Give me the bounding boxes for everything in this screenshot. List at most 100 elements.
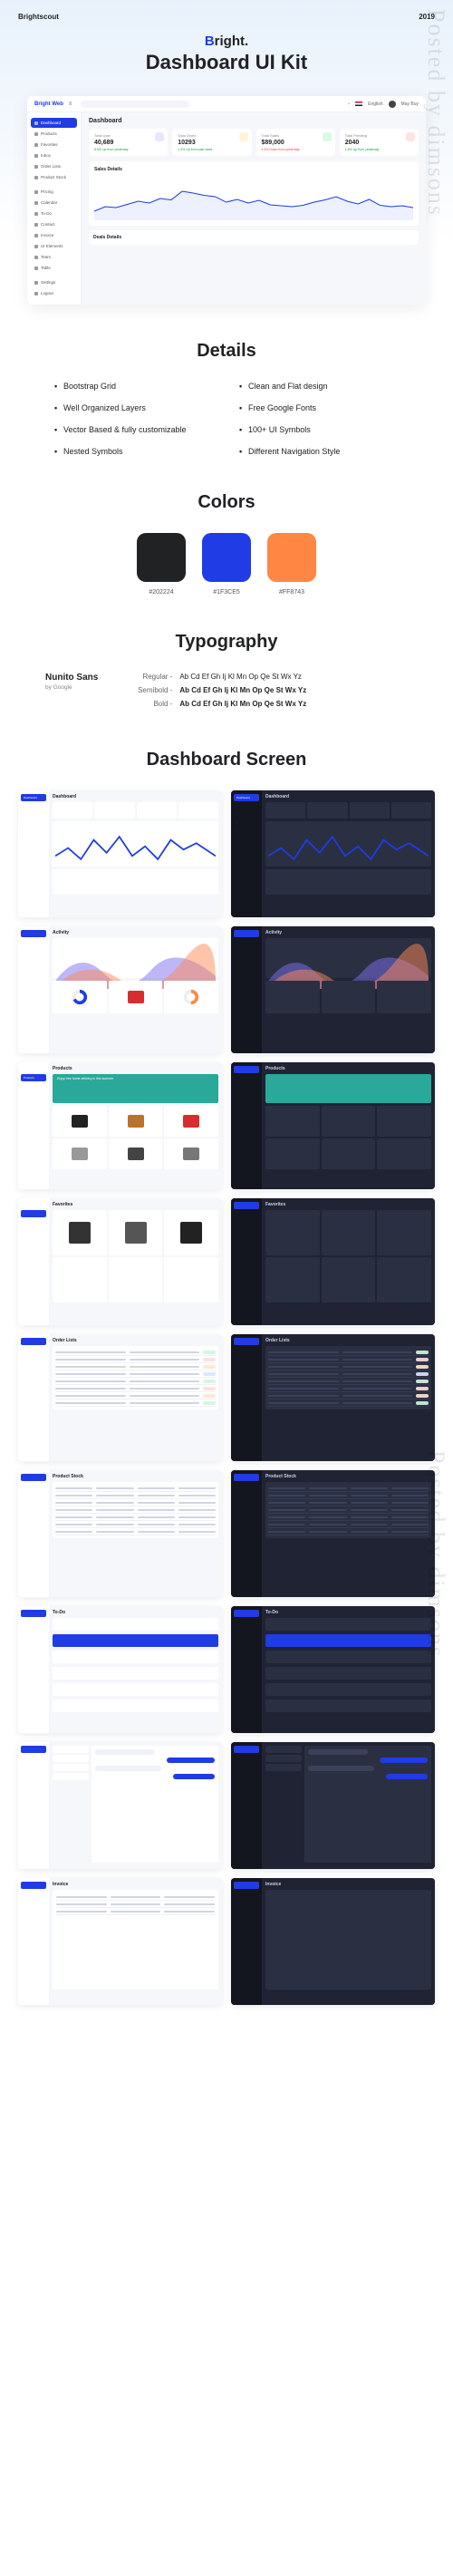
product-card[interactable] xyxy=(322,1106,376,1137)
sc-side-item[interactable]: · xyxy=(21,1610,46,1617)
product-card[interactable] xyxy=(377,1138,431,1169)
table-row[interactable] xyxy=(268,1492,429,1499)
sidebar-item-orders[interactable]: Order Lists xyxy=(31,161,77,171)
sc-side-item[interactable]: · xyxy=(21,1746,46,1753)
table-row[interactable] xyxy=(55,1506,216,1514)
fav-card[interactable] xyxy=(322,1257,376,1303)
inbox-item[interactable] xyxy=(265,1755,302,1762)
table-row[interactable] xyxy=(268,1506,429,1514)
sc-side-item[interactable]: · xyxy=(21,1338,46,1345)
table-row[interactable] xyxy=(55,1363,216,1370)
inbox-item[interactable] xyxy=(53,1773,89,1780)
todo-item[interactable] xyxy=(265,1667,431,1680)
inbox-item[interactable] xyxy=(53,1764,89,1771)
fav-card[interactable] xyxy=(164,1257,218,1303)
table-row[interactable] xyxy=(55,1392,216,1399)
product-card[interactable] xyxy=(53,1138,107,1169)
fav-card[interactable] xyxy=(322,1210,376,1255)
sc-side-item[interactable]: · xyxy=(21,810,46,818)
sc-side-item[interactable]: · xyxy=(21,1066,46,1073)
todo-item[interactable] xyxy=(265,1700,431,1712)
sidebar-item-ui[interactable]: UI Elements xyxy=(31,241,77,251)
bell-icon[interactable]: ◔ xyxy=(347,102,350,107)
product-card[interactable] xyxy=(164,1138,218,1169)
sidebar-item-invoice[interactable]: Invoice xyxy=(31,230,77,240)
table-row[interactable] xyxy=(55,1514,216,1521)
table-row[interactable] xyxy=(55,1385,216,1392)
sc-side-item[interactable]: Products xyxy=(21,1074,46,1081)
sc-side-item[interactable]: · xyxy=(21,827,46,834)
product-card[interactable] xyxy=(377,1106,431,1137)
todo-item-active[interactable] xyxy=(265,1634,431,1647)
sc-side-item[interactable]: · xyxy=(234,818,259,826)
sc-side-item[interactable]: · xyxy=(21,818,46,826)
table-row[interactable] xyxy=(55,1370,216,1378)
fav-card[interactable] xyxy=(265,1257,320,1303)
todo-item-active[interactable] xyxy=(53,1634,218,1647)
todo-item[interactable] xyxy=(53,1700,218,1712)
sidebar-item-products[interactable]: Products xyxy=(31,129,77,139)
table-row[interactable] xyxy=(55,1399,216,1407)
sc-side-item[interactable]: Dashboard xyxy=(234,794,259,801)
table-row[interactable] xyxy=(55,1528,216,1535)
sc-side-item[interactable]: · xyxy=(234,1338,259,1345)
sidebar-item-inbox[interactable]: Inbox xyxy=(31,150,77,160)
product-card[interactable] xyxy=(265,1138,320,1169)
sc-side-item[interactable]: · xyxy=(21,1202,46,1209)
sc-side-item[interactable]: · xyxy=(234,802,259,809)
sc-side-item[interactable]: · xyxy=(21,1882,46,1889)
todo-item[interactable] xyxy=(53,1667,218,1680)
table-row[interactable] xyxy=(268,1499,429,1506)
sidebar-item-todo[interactable]: To-Do xyxy=(31,208,77,218)
table-row[interactable] xyxy=(55,1349,216,1356)
sidebar-item-dashboard[interactable]: Dashboard xyxy=(31,118,77,128)
hamburger-icon[interactable]: ≡ xyxy=(69,102,72,107)
fav-card[interactable] xyxy=(53,1210,107,1255)
inbox-item[interactable] xyxy=(265,1746,302,1753)
fav-card[interactable] xyxy=(53,1257,107,1303)
table-row[interactable] xyxy=(55,1492,216,1499)
inbox-item[interactable] xyxy=(53,1746,89,1753)
promo-banner[interactable]: Enjoy free home delivery in this summer xyxy=(53,1074,218,1103)
sidebar-item-pricing[interactable]: Pricing xyxy=(31,187,77,197)
table-row[interactable] xyxy=(268,1385,429,1392)
todo-item[interactable] xyxy=(53,1683,218,1696)
sidebar-item-table[interactable]: Table xyxy=(31,263,77,273)
table-row[interactable] xyxy=(268,1485,429,1492)
inbox-item[interactable] xyxy=(265,1764,302,1771)
sc-side-item[interactable]: · xyxy=(21,835,46,842)
sc-side-item[interactable]: · xyxy=(234,810,259,818)
table-row[interactable] xyxy=(268,1528,429,1535)
todo-item[interactable] xyxy=(53,1651,218,1663)
sidebar-item-logout[interactable]: Logout xyxy=(31,288,77,298)
table-row[interactable] xyxy=(55,1499,216,1506)
flag-icon[interactable] xyxy=(355,102,362,106)
fav-card[interactable] xyxy=(109,1257,163,1303)
table-row[interactable] xyxy=(268,1392,429,1399)
sc-side-item[interactable]: · xyxy=(21,1210,46,1217)
avatar[interactable] xyxy=(389,101,396,108)
search-input[interactable] xyxy=(81,101,189,108)
sc-side-item[interactable]: Dashboard xyxy=(21,794,46,801)
sidebar-item-settings[interactable]: Settings xyxy=(31,277,77,287)
fav-card[interactable] xyxy=(109,1210,163,1255)
product-card[interactable] xyxy=(53,1106,107,1137)
sc-side-item[interactable]: · xyxy=(21,802,46,809)
table-row[interactable] xyxy=(55,1485,216,1492)
sc-side-item[interactable]: · xyxy=(234,827,259,834)
product-card[interactable] xyxy=(265,1106,320,1137)
sc-side-item[interactable]: · xyxy=(21,938,46,945)
table-row[interactable] xyxy=(268,1363,429,1370)
product-card[interactable] xyxy=(109,1106,163,1137)
sidebar-item-contact[interactable]: Contact xyxy=(31,219,77,229)
fav-card[interactable] xyxy=(164,1210,218,1255)
inbox-item[interactable] xyxy=(53,1755,89,1762)
sc-side-item[interactable]: · xyxy=(234,1746,259,1753)
sc-side-item[interactable]: · xyxy=(234,1202,259,1209)
product-card[interactable] xyxy=(164,1106,218,1137)
table-row[interactable] xyxy=(55,1356,216,1363)
sidebar-item-calendar[interactable]: Calendar xyxy=(31,198,77,208)
fav-card[interactable] xyxy=(265,1210,320,1255)
product-card[interactable] xyxy=(322,1138,376,1169)
table-row[interactable] xyxy=(268,1370,429,1378)
